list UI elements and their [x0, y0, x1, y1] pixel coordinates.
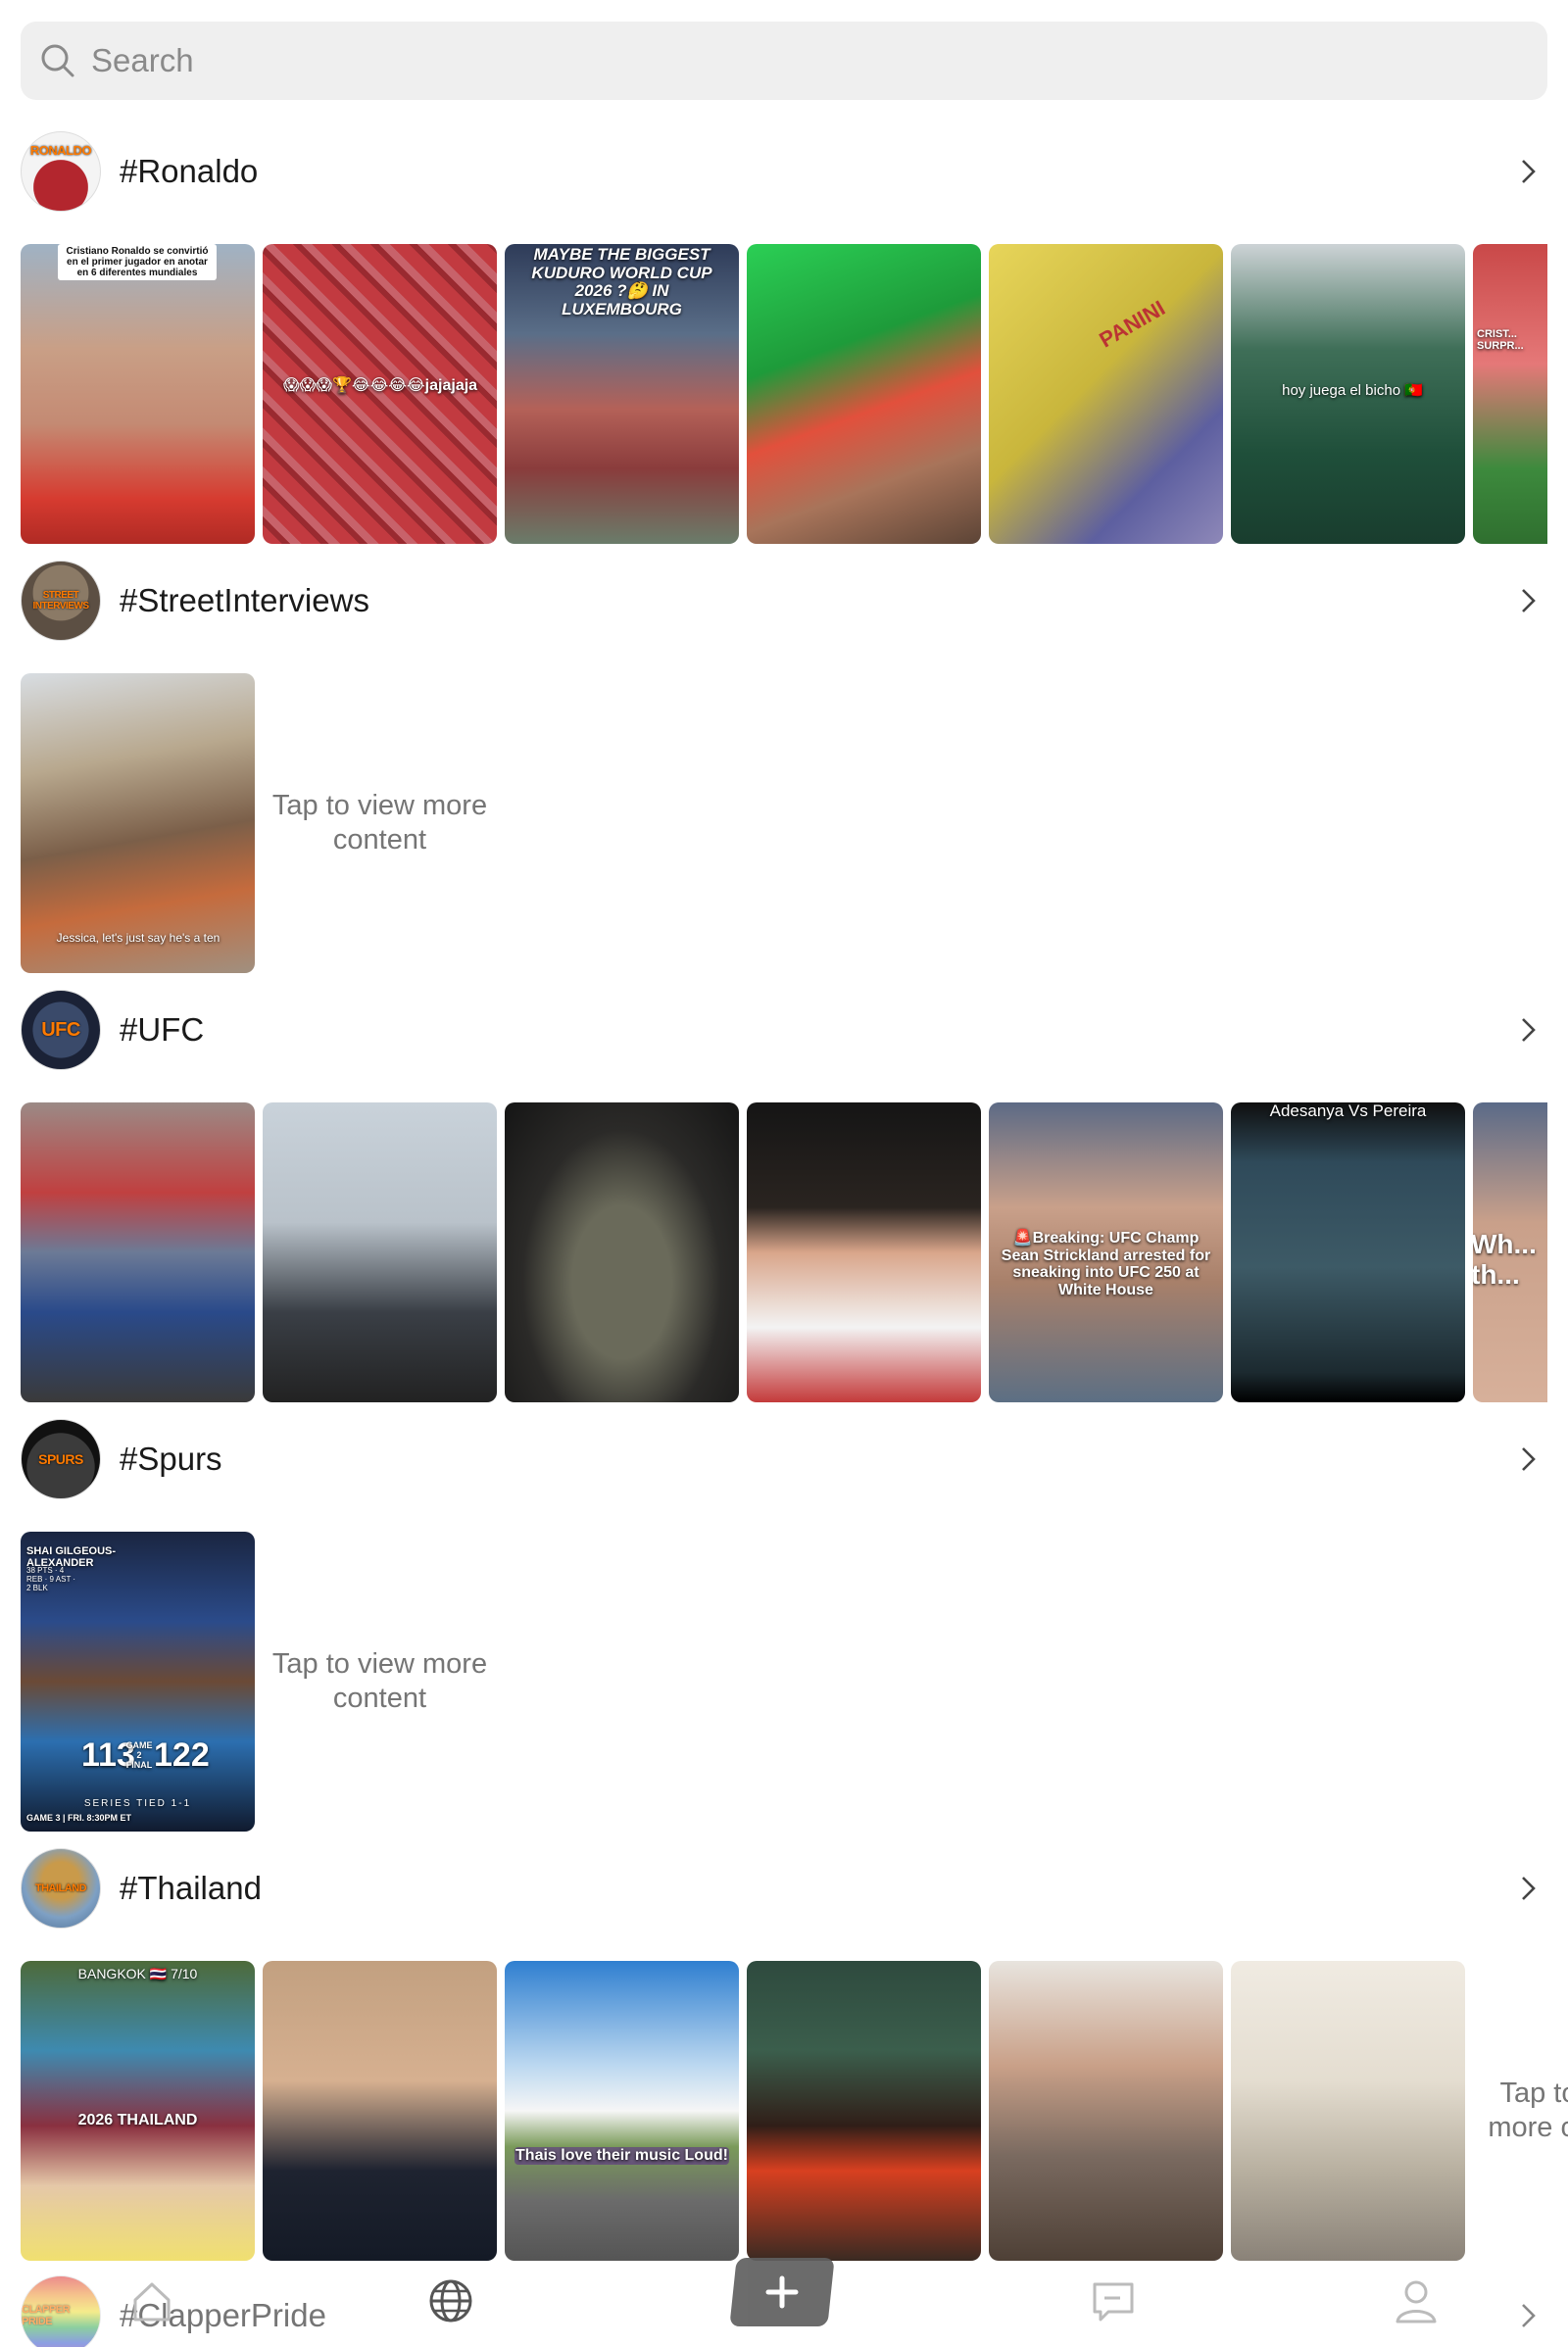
video-thumbnail[interactable]: MAYBE THE BIGGEST KUDURO WORLD CUP 2026 …: [505, 244, 739, 544]
video-thumbnail[interactable]: 😱😱😱🏆😂😂😂😂jajajaja: [263, 244, 497, 544]
video-thumbnail[interactable]: [1231, 1961, 1465, 2261]
plus-icon: [765, 2275, 799, 2309]
create-post-button[interactable]: [729, 2258, 835, 2326]
search-icon: [41, 44, 74, 77]
globe-icon: [429, 2279, 472, 2323]
hashtag-section-ufc: UFC #UFC 🚨Breaking: UFC Champ Sean Stric…: [0, 990, 1568, 1402]
hashtag-avatar: STREET INTERVIEWS: [21, 561, 101, 641]
hashtag-section-spurs: SPURS #Spurs SHAI GILGEOUS-ALEXANDER 38 …: [0, 1419, 1568, 1832]
tap-to-view-more[interactable]: Tap to view more content: [1473, 1961, 1568, 2261]
hashtag-title: #UFC: [120, 1011, 205, 1048]
nav-messages[interactable]: [1059, 2262, 1167, 2340]
nav-discover[interactable]: [397, 2262, 505, 2340]
hashtag-title: #Spurs: [120, 1441, 222, 1477]
home-icon: [133, 2282, 171, 2322]
hashtag-header[interactable]: STREET INTERVIEWS #StreetInterviews: [0, 561, 1568, 641]
hashtag-header[interactable]: THAILAND #Thailand: [0, 1848, 1568, 1929]
chevron-right-icon[interactable]: [1511, 584, 1544, 617]
video-thumbnail[interactable]: PANINI: [989, 244, 1223, 544]
hashtag-title: #Thailand: [120, 1870, 262, 1906]
chevron-right-icon[interactable]: [1511, 155, 1544, 188]
hashtag-section-thailand: THAILAND #Thailand BANGKOK 🇹🇭 7/10 2026 …: [0, 1848, 1568, 2261]
hashtag-avatar: THAILAND: [21, 1848, 101, 1929]
chevron-right-icon[interactable]: [1511, 1872, 1544, 1905]
hashtag-title: #Ronaldo: [120, 153, 259, 189]
hashtag-section-ronaldo: RONALDO #Ronaldo Cristiano Ronaldo se co…: [0, 131, 1568, 544]
explore-page: RONALDO #Ronaldo Cristiano Ronaldo se co…: [0, 0, 1568, 2347]
video-thumbnail[interactable]: CRIST... SURPR...: [1473, 244, 1547, 544]
video-thumbnail[interactable]: [263, 1102, 497, 1402]
video-thumbnail[interactable]: Cristiano Ronaldo se convirtió en el pri…: [21, 244, 255, 544]
video-thumbnail[interactable]: [747, 1102, 981, 1402]
search-input[interactable]: [91, 42, 1463, 79]
video-thumbnail[interactable]: Adesanya Vs Pereira: [1231, 1102, 1465, 1402]
hashtag-header[interactable]: UFC #UFC: [0, 990, 1568, 1070]
video-thumbnail[interactable]: [747, 244, 981, 544]
thumbnail-row: 🚨Breaking: UFC Champ Sean Strickland arr…: [0, 1102, 1568, 1402]
video-thumbnail[interactable]: [21, 1102, 255, 1402]
video-thumbnail[interactable]: Jessica, let's just say he's a ten: [21, 673, 255, 973]
video-thumbnail[interactable]: [505, 1102, 739, 1402]
video-thumbnail[interactable]: Wh... th...: [1473, 1102, 1547, 1402]
hashtag-title: #StreetInterviews: [120, 582, 369, 618]
profile-icon: [1396, 2280, 1437, 2323]
video-thumbnail[interactable]: hoy juega el bicho 🇵🇹: [1231, 244, 1465, 544]
thumbnail-row: Jessica, let's just say he's a ten Tap t…: [0, 673, 1568, 973]
hashtag-header[interactable]: RONALDO #Ronaldo: [0, 131, 1568, 212]
tap-to-view-more[interactable]: Tap to view more content: [263, 673, 497, 973]
hashtag-section-streetinterviews: STREET INTERVIEWS #StreetInterviews Jess…: [0, 561, 1568, 973]
video-thumbnail[interactable]: [989, 1961, 1223, 2261]
video-thumbnail[interactable]: Thais love their music Loud!: [505, 1961, 739, 2261]
video-thumbnail[interactable]: 🚨Breaking: UFC Champ Sean Strickland arr…: [989, 1102, 1223, 1402]
thumbnail-row: SHAI GILGEOUS-ALEXANDER 38 PTS · 4 REB ·…: [0, 1532, 1568, 1832]
chevron-right-icon[interactable]: [1511, 1013, 1544, 1047]
hashtag-avatar: UFC: [21, 990, 101, 1070]
hashtag-avatar: RONALDO: [21, 131, 101, 212]
chevron-right-icon[interactable]: [1511, 1442, 1544, 1476]
nav-profile[interactable]: [1362, 2262, 1470, 2340]
video-thumbnail[interactable]: SHAI GILGEOUS-ALEXANDER 38 PTS · 4 REB ·…: [21, 1532, 255, 1832]
video-thumbnail[interactable]: [747, 1961, 981, 2261]
video-thumbnail[interactable]: [263, 1961, 497, 2261]
search-bar[interactable]: [21, 22, 1547, 100]
nav-home[interactable]: [98, 2262, 206, 2340]
thumbnail-row: BANGKOK 🇹🇭 7/10 2026 THAILAND Thais love…: [0, 1961, 1568, 2261]
video-thumbnail[interactable]: BANGKOK 🇹🇭 7/10 2026 THAILAND: [21, 1961, 255, 2261]
message-icon: [1093, 2282, 1134, 2322]
hashtag-header[interactable]: SPURS #Spurs: [0, 1419, 1568, 1499]
thumbnail-row: Cristiano Ronaldo se convirtió en el pri…: [0, 244, 1568, 544]
hashtag-avatar: SPURS: [21, 1419, 101, 1499]
tap-to-view-more[interactable]: Tap to view more content: [263, 1532, 497, 1832]
